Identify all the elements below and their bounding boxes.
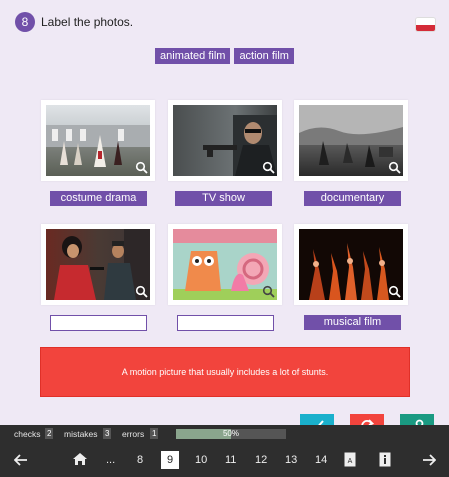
checks-count: 2 <box>45 428 54 439</box>
zoom-icon[interactable] <box>262 161 275 174</box>
photo-tv-show <box>173 105 277 176</box>
photo-interview <box>46 229 150 300</box>
photo-costume-drama <box>46 105 150 176</box>
mistakes-label: mistakes <box>64 429 98 439</box>
zoom-icon[interactable] <box>388 285 401 298</box>
hint-box: A motion picture that usually includes a… <box>40 347 410 397</box>
photo-label[interactable]: costume drama <box>50 191 147 206</box>
page-14[interactable]: 14 <box>315 454 327 466</box>
word-chip[interactable]: action film <box>234 48 294 64</box>
errors-count: 1 <box>150 428 159 439</box>
page-10[interactable]: 10 <box>195 454 207 466</box>
photo-musical <box>299 229 403 300</box>
progress-text: 50% <box>222 429 239 438</box>
task-title: Label the photos. <box>41 15 134 29</box>
arrow-right-icon[interactable] <box>422 454 436 466</box>
word-chip[interactable]: animated film <box>155 48 231 64</box>
checks-label: checks <box>14 429 41 439</box>
answer-slot[interactable] <box>177 315 274 331</box>
zoom-icon[interactable] <box>135 285 148 298</box>
polish-flag-icon[interactable] <box>416 18 435 31</box>
photo-cartoon <box>173 229 277 300</box>
photo-card[interactable] <box>41 224 155 305</box>
task-number: 8 <box>15 12 35 32</box>
zoom-icon[interactable] <box>388 161 401 174</box>
photo-documentary <box>299 105 403 176</box>
page-13[interactable]: 13 <box>285 454 297 466</box>
arrow-left-icon[interactable] <box>14 454 28 466</box>
nav-ellipsis: ... <box>106 454 116 466</box>
photo-label[interactable]: TV show <box>175 191 272 206</box>
page-navigation: ... 8 9 10 11 12 13 14 A <box>0 442 449 477</box>
page-8[interactable]: 8 <box>137 454 143 466</box>
photo-card[interactable] <box>168 100 282 181</box>
answer-slot[interactable] <box>50 315 147 331</box>
photo-label[interactable]: documentary <box>304 191 401 206</box>
vocabulary-icon[interactable]: A <box>344 452 356 467</box>
photo-label[interactable]: musical film <box>304 315 401 330</box>
photo-card[interactable] <box>294 224 408 305</box>
zoom-icon[interactable] <box>135 161 148 174</box>
page-11[interactable]: 11 <box>225 454 236 466</box>
home-icon[interactable] <box>72 452 88 466</box>
photo-card[interactable] <box>41 100 155 181</box>
stats-bar: checks 2 mistakes 3 errors 1 50% <box>0 425 449 442</box>
zoom-icon[interactable] <box>262 285 275 298</box>
info-icon[interactable] <box>379 452 391 467</box>
word-bank: animated film action film <box>0 48 449 64</box>
photo-card[interactable] <box>294 100 408 181</box>
page-12[interactable]: 12 <box>255 454 267 466</box>
page-9-current[interactable]: 9 <box>161 451 179 469</box>
photo-card[interactable] <box>168 224 282 305</box>
svg-text:A: A <box>348 458 353 465</box>
progress-bar: 50% <box>176 429 286 439</box>
errors-label: errors <box>122 429 145 439</box>
mistakes-count: 3 <box>103 428 112 439</box>
